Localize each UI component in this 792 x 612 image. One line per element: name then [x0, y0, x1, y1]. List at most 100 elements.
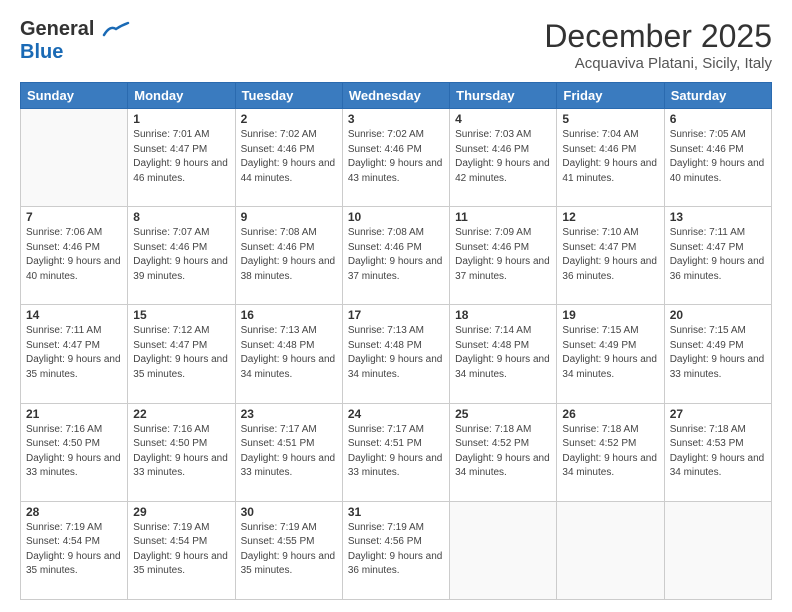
- day-number: 1: [133, 112, 229, 126]
- cell-info: Sunrise: 7:16 AMSunset: 4:50 PMDaylight:…: [133, 423, 229, 481]
- logo: General Blue: [20, 18, 130, 64]
- cell-info: Sunrise: 7:17 AMSunset: 4:51 PMDaylight:…: [241, 423, 337, 481]
- col-header-saturday: Saturday: [664, 83, 771, 109]
- calendar-week-row: 14 Sunrise: 7:11 AMSunset: 4:47 PMDayligh…: [21, 305, 772, 403]
- day-number: 2: [241, 112, 337, 126]
- day-number: 20: [670, 308, 766, 322]
- col-header-wednesday: Wednesday: [342, 83, 449, 109]
- col-header-friday: Friday: [557, 83, 664, 109]
- day-number: 25: [455, 407, 551, 421]
- calendar-cell: [557, 501, 664, 599]
- location-text: Acquaviva Platani, Sicily, Italy: [544, 55, 772, 72]
- cell-info: Sunrise: 7:18 AMSunset: 4:53 PMDaylight:…: [670, 423, 766, 481]
- logo-blue-text: Blue: [20, 41, 63, 63]
- day-number: 31: [348, 505, 444, 519]
- day-number: 17: [348, 308, 444, 322]
- calendar-week-row: 1 Sunrise: 7:01 AMSunset: 4:47 PMDaylight…: [21, 109, 772, 207]
- cell-info: Sunrise: 7:03 AMSunset: 4:46 PMDaylight:…: [455, 128, 551, 186]
- day-number: 21: [26, 407, 122, 421]
- day-number: 8: [133, 210, 229, 224]
- cell-info: Sunrise: 7:11 AMSunset: 4:47 PMDaylight:…: [670, 226, 766, 284]
- calendar-cell: 15Sunrise: 7:12 AMSunset: 4:47 PMDayligh…: [128, 305, 235, 403]
- page: General Blue December 2025 Acquaviva Pla…: [0, 0, 792, 612]
- calendar-cell: 25 Sunrise: 7:18 AMSunset: 4:52 PMDayligh…: [450, 403, 557, 501]
- cell-info: Sunrise: 7:08 AMSunset: 4:46 PMDaylight:…: [241, 226, 337, 284]
- cell-info: Sunrise: 7:11 AMSunset: 4:47 PMDaylight:…: [26, 324, 122, 382]
- calendar-cell: 11 Sunrise: 7:09 AMSunset: 4:46 PMDayligh…: [450, 207, 557, 305]
- calendar-cell: 28 Sunrise: 7:19 AMSunset: 4:54 PMDayligh…: [21, 501, 128, 599]
- day-number: 27: [670, 407, 766, 421]
- calendar-cell: 18Sunrise: 7:14 AMSunset: 4:48 PMDayligh…: [450, 305, 557, 403]
- calendar-cell: 12 Sunrise: 7:10 AMSunset: 4:47 PMDayligh…: [557, 207, 664, 305]
- cell-info: Sunrise: 7:10 AMSunset: 4:47 PMDaylight:…: [562, 226, 658, 284]
- calendar-cell: 16Sunrise: 7:13 AMSunset: 4:48 PMDayligh…: [235, 305, 342, 403]
- calendar-header-row: SundayMondayTuesdayWednesdayThursdayFrid…: [21, 83, 772, 109]
- day-number: 6: [670, 112, 766, 126]
- calendar-cell: 26 Sunrise: 7:18 AMSunset: 4:52 PMDayligh…: [557, 403, 664, 501]
- day-number: 9: [241, 210, 337, 224]
- calendar-cell: 6Sunrise: 7:05 AMSunset: 4:46 PMDaylight…: [664, 109, 771, 207]
- col-header-monday: Monday: [128, 83, 235, 109]
- calendar-cell: 20Sunrise: 7:15 AMSunset: 4:49 PMDayligh…: [664, 305, 771, 403]
- day-number: 3: [348, 112, 444, 126]
- calendar-cell: 29 Sunrise: 7:19 AMSunset: 4:54 PMDayligh…: [128, 501, 235, 599]
- day-number: 29: [133, 505, 229, 519]
- cell-info: Sunrise: 7:19 AMSunset: 4:54 PMDaylight:…: [133, 521, 229, 579]
- day-number: 13: [670, 210, 766, 224]
- day-number: 22: [133, 407, 229, 421]
- calendar-cell: 14 Sunrise: 7:11 AMSunset: 4:47 PMDayligh…: [21, 305, 128, 403]
- day-number: 12: [562, 210, 658, 224]
- cell-info: Sunrise: 7:08 AMSunset: 4:46 PMDaylight:…: [348, 226, 444, 284]
- day-number: 7: [26, 210, 122, 224]
- calendar-cell: [450, 501, 557, 599]
- calendar-cell: 21 Sunrise: 7:16 AMSunset: 4:50 PMDayligh…: [21, 403, 128, 501]
- logo-text: General: [20, 18, 130, 41]
- cell-info: Sunrise: 7:07 AMSunset: 4:46 PMDaylight:…: [133, 226, 229, 284]
- calendar-table: SundayMondayTuesdayWednesdayThursdayFrid…: [20, 82, 772, 600]
- cell-info: Sunrise: 7:01 AMSunset: 4:47 PMDaylight:…: [133, 128, 229, 186]
- day-number: 23: [241, 407, 337, 421]
- calendar-cell: [664, 501, 771, 599]
- day-number: 5: [562, 112, 658, 126]
- cell-info: Sunrise: 7:04 AMSunset: 4:46 PMDaylight:…: [562, 128, 658, 186]
- calendar-cell: 4 Sunrise: 7:03 AMSunset: 4:46 PMDaylight…: [450, 109, 557, 207]
- cell-info: Sunrise: 7:02 AMSunset: 4:46 PMDaylight:…: [348, 128, 444, 186]
- day-number: 15: [133, 308, 229, 322]
- header: General Blue December 2025 Acquaviva Pla…: [20, 18, 772, 72]
- calendar-cell: 5 Sunrise: 7:04 AMSunset: 4:46 PMDaylight…: [557, 109, 664, 207]
- cell-info: Sunrise: 7:18 AMSunset: 4:52 PMDaylight:…: [562, 423, 658, 481]
- day-number: 26: [562, 407, 658, 421]
- day-number: 18: [455, 308, 551, 322]
- cell-info: Sunrise: 7:06 AMSunset: 4:46 PMDaylight:…: [26, 226, 122, 284]
- col-header-tuesday: Tuesday: [235, 83, 342, 109]
- cell-info: Sunrise: 7:19 AMSunset: 4:56 PMDaylight:…: [348, 521, 444, 579]
- day-number: 14: [26, 308, 122, 322]
- calendar-cell: 10 Sunrise: 7:08 AMSunset: 4:46 PMDayligh…: [342, 207, 449, 305]
- calendar-cell: 9 Sunrise: 7:08 AMSunset: 4:46 PMDaylight…: [235, 207, 342, 305]
- calendar-cell: 30Sunrise: 7:19 AMSunset: 4:55 PMDayligh…: [235, 501, 342, 599]
- cell-info: Sunrise: 7:16 AMSunset: 4:50 PMDaylight:…: [26, 423, 122, 481]
- calendar-week-row: 21 Sunrise: 7:16 AMSunset: 4:50 PMDayligh…: [21, 403, 772, 501]
- col-header-thursday: Thursday: [450, 83, 557, 109]
- cell-info: Sunrise: 7:18 AMSunset: 4:52 PMDaylight:…: [455, 423, 551, 481]
- day-number: 11: [455, 210, 551, 224]
- day-number: 10: [348, 210, 444, 224]
- calendar-cell: 13 Sunrise: 7:11 AMSunset: 4:47 PMDayligh…: [664, 207, 771, 305]
- day-number: 4: [455, 112, 551, 126]
- day-number: 24: [348, 407, 444, 421]
- day-number: 16: [241, 308, 337, 322]
- cell-info: Sunrise: 7:19 AMSunset: 4:54 PMDaylight:…: [26, 521, 122, 579]
- cell-info: Sunrise: 7:09 AMSunset: 4:46 PMDaylight:…: [455, 226, 551, 284]
- day-number: 30: [241, 505, 337, 519]
- calendar-cell: 2Sunrise: 7:02 AMSunset: 4:46 PMDaylight…: [235, 109, 342, 207]
- calendar-cell: 24Sunrise: 7:17 AMSunset: 4:51 PMDayligh…: [342, 403, 449, 501]
- day-number: 28: [26, 505, 122, 519]
- calendar-cell: 22 Sunrise: 7:16 AMSunset: 4:50 PMDayligh…: [128, 403, 235, 501]
- title-section: December 2025 Acquaviva Platani, Sicily,…: [544, 18, 772, 72]
- month-year-title: December 2025: [544, 18, 772, 55]
- logo-bird-icon: [102, 21, 130, 39]
- cell-info: Sunrise: 7:13 AMSunset: 4:48 PMDaylight:…: [348, 324, 444, 382]
- calendar-cell: 27 Sunrise: 7:18 AMSunset: 4:53 PMDayligh…: [664, 403, 771, 501]
- calendar-cell: 1 Sunrise: 7:01 AMSunset: 4:47 PMDaylight…: [128, 109, 235, 207]
- calendar-week-row: 7 Sunrise: 7:06 AMSunset: 4:46 PMDaylight…: [21, 207, 772, 305]
